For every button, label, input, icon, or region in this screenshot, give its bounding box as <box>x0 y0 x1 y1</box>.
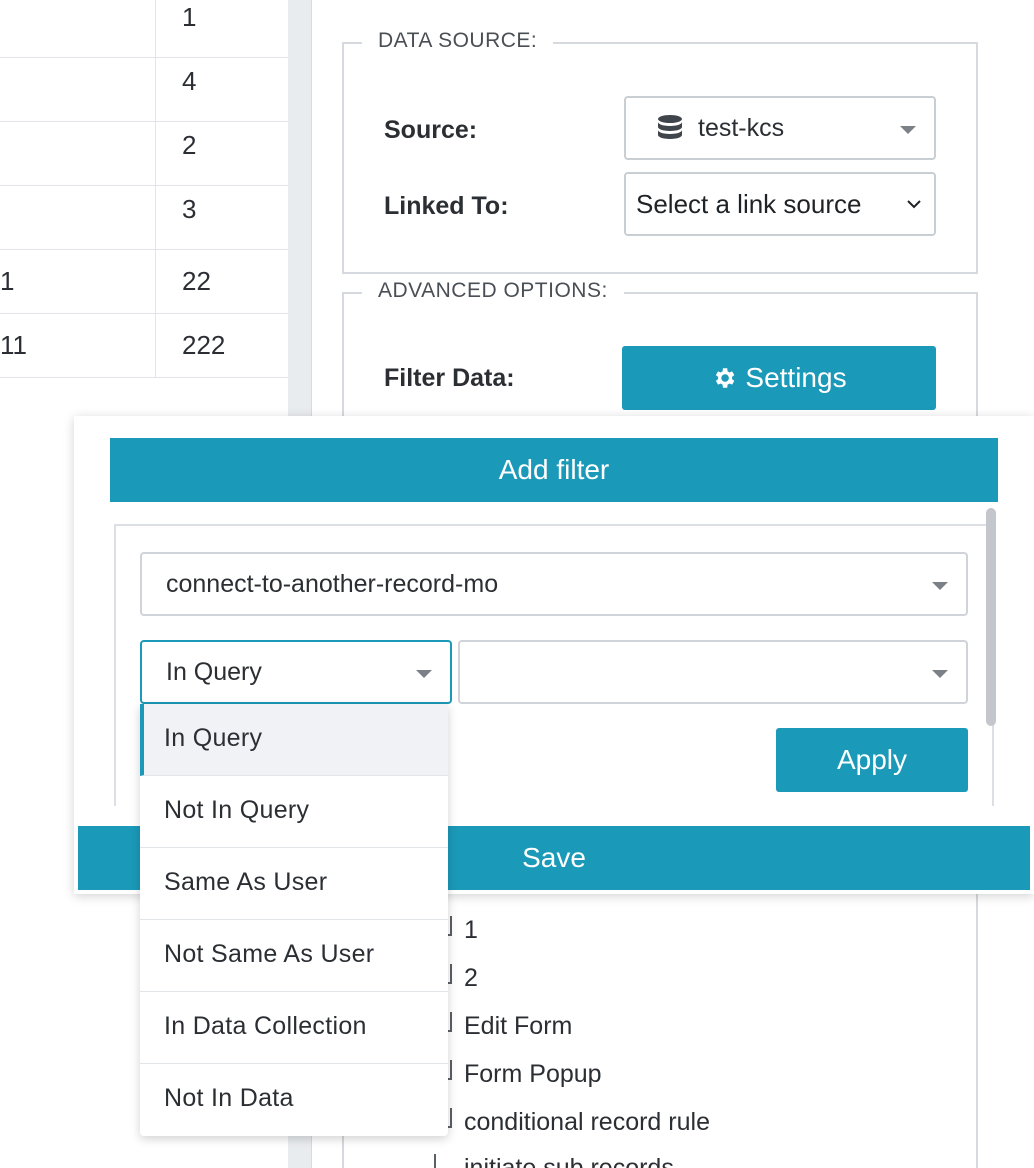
filter-value-select[interactable] <box>458 640 968 704</box>
filter-list-scrollbar[interactable] <box>986 508 996 726</box>
table-cell <box>0 122 156 186</box>
linked-to-label: Linked To: <box>384 192 509 220</box>
linked-to-select[interactable]: Select a link source <box>624 172 936 236</box>
table-cell <box>0 186 156 250</box>
database-icon <box>658 115 682 139</box>
caret-down-icon <box>932 582 948 590</box>
tree-item[interactable]: 2 <box>464 964 478 993</box>
operator-dropdown-menu: In Query Not In Query Same As User Not S… <box>140 704 448 1136</box>
source-select[interactable]: test-kcs <box>624 96 936 160</box>
table-row[interactable]: 2 <box>0 122 288 186</box>
source-label: Source: <box>384 116 478 144</box>
linked-to-value: Select a link source <box>636 189 862 219</box>
filter-operator-value: In Query <box>166 658 262 686</box>
dropdown-option-not-same-as-user[interactable]: Not Same As User <box>140 920 448 992</box>
tree-item[interactable]: initiate sub records <box>464 1154 674 1168</box>
table-cell <box>0 0 156 58</box>
filter-data-label: Filter Data: <box>384 364 515 392</box>
table-cell: 11 <box>0 314 156 378</box>
source-value: test-kcs <box>698 114 785 142</box>
table-row[interactable]: 11 222 <box>0 314 288 378</box>
add-filter-button[interactable]: Add filter <box>110 438 998 502</box>
table-cell-value: 3 <box>182 194 197 224</box>
data-source-legend: DATA SOURCE: <box>362 29 554 53</box>
advanced-options-legend: ADVANCED OPTIONS: <box>362 279 624 303</box>
dropdown-option-not-in-data[interactable]: Not In Data <box>140 1064 448 1136</box>
table-cell-value: 1 <box>182 2 197 32</box>
dropdown-option-in-data-collection[interactable]: In Data Collection <box>140 992 448 1064</box>
tree-item[interactable]: Form Popup <box>464 1060 602 1089</box>
table-row[interactable]: 1 <box>0 0 288 58</box>
table-row[interactable]: 3 <box>0 186 288 250</box>
tree-item[interactable]: conditional record rule <box>464 1108 710 1137</box>
tree-item[interactable]: Edit Form <box>464 1012 572 1041</box>
table-cell-value: 22 <box>182 266 211 296</box>
caret-down-icon <box>932 670 948 678</box>
caret-down-icon <box>416 670 432 678</box>
settings-button[interactable]: Settings <box>622 346 936 410</box>
filter-field-select[interactable]: connect-to-another-record-mo <box>140 552 968 616</box>
table-row[interactable]: 4 <box>0 58 288 122</box>
caret-down-icon <box>900 126 916 134</box>
chevron-down-icon <box>907 200 921 209</box>
table-cell-value: 222 <box>182 330 226 360</box>
dropdown-option-in-query[interactable]: In Query <box>140 704 448 776</box>
table-cell <box>0 58 156 122</box>
settings-label: Settings <box>745 362 847 393</box>
gear-icon <box>716 368 735 388</box>
table-cell-value: 2 <box>182 130 197 160</box>
filter-field-value: connect-to-another-record-mo <box>166 570 499 598</box>
table-cell: 1 <box>0 250 156 314</box>
dropdown-option-same-as-user[interactable]: Same As User <box>140 848 448 920</box>
table-row[interactable]: 1 22 <box>0 250 288 314</box>
dropdown-option-not-in-query[interactable]: Not In Query <box>140 776 448 848</box>
copy-icon <box>424 1154 436 1168</box>
filter-operator-select[interactable]: In Query <box>140 640 452 704</box>
table-cell-value: 4 <box>182 66 197 96</box>
apply-button[interactable]: Apply <box>776 728 968 792</box>
tree-item[interactable]: 1 <box>464 916 478 945</box>
